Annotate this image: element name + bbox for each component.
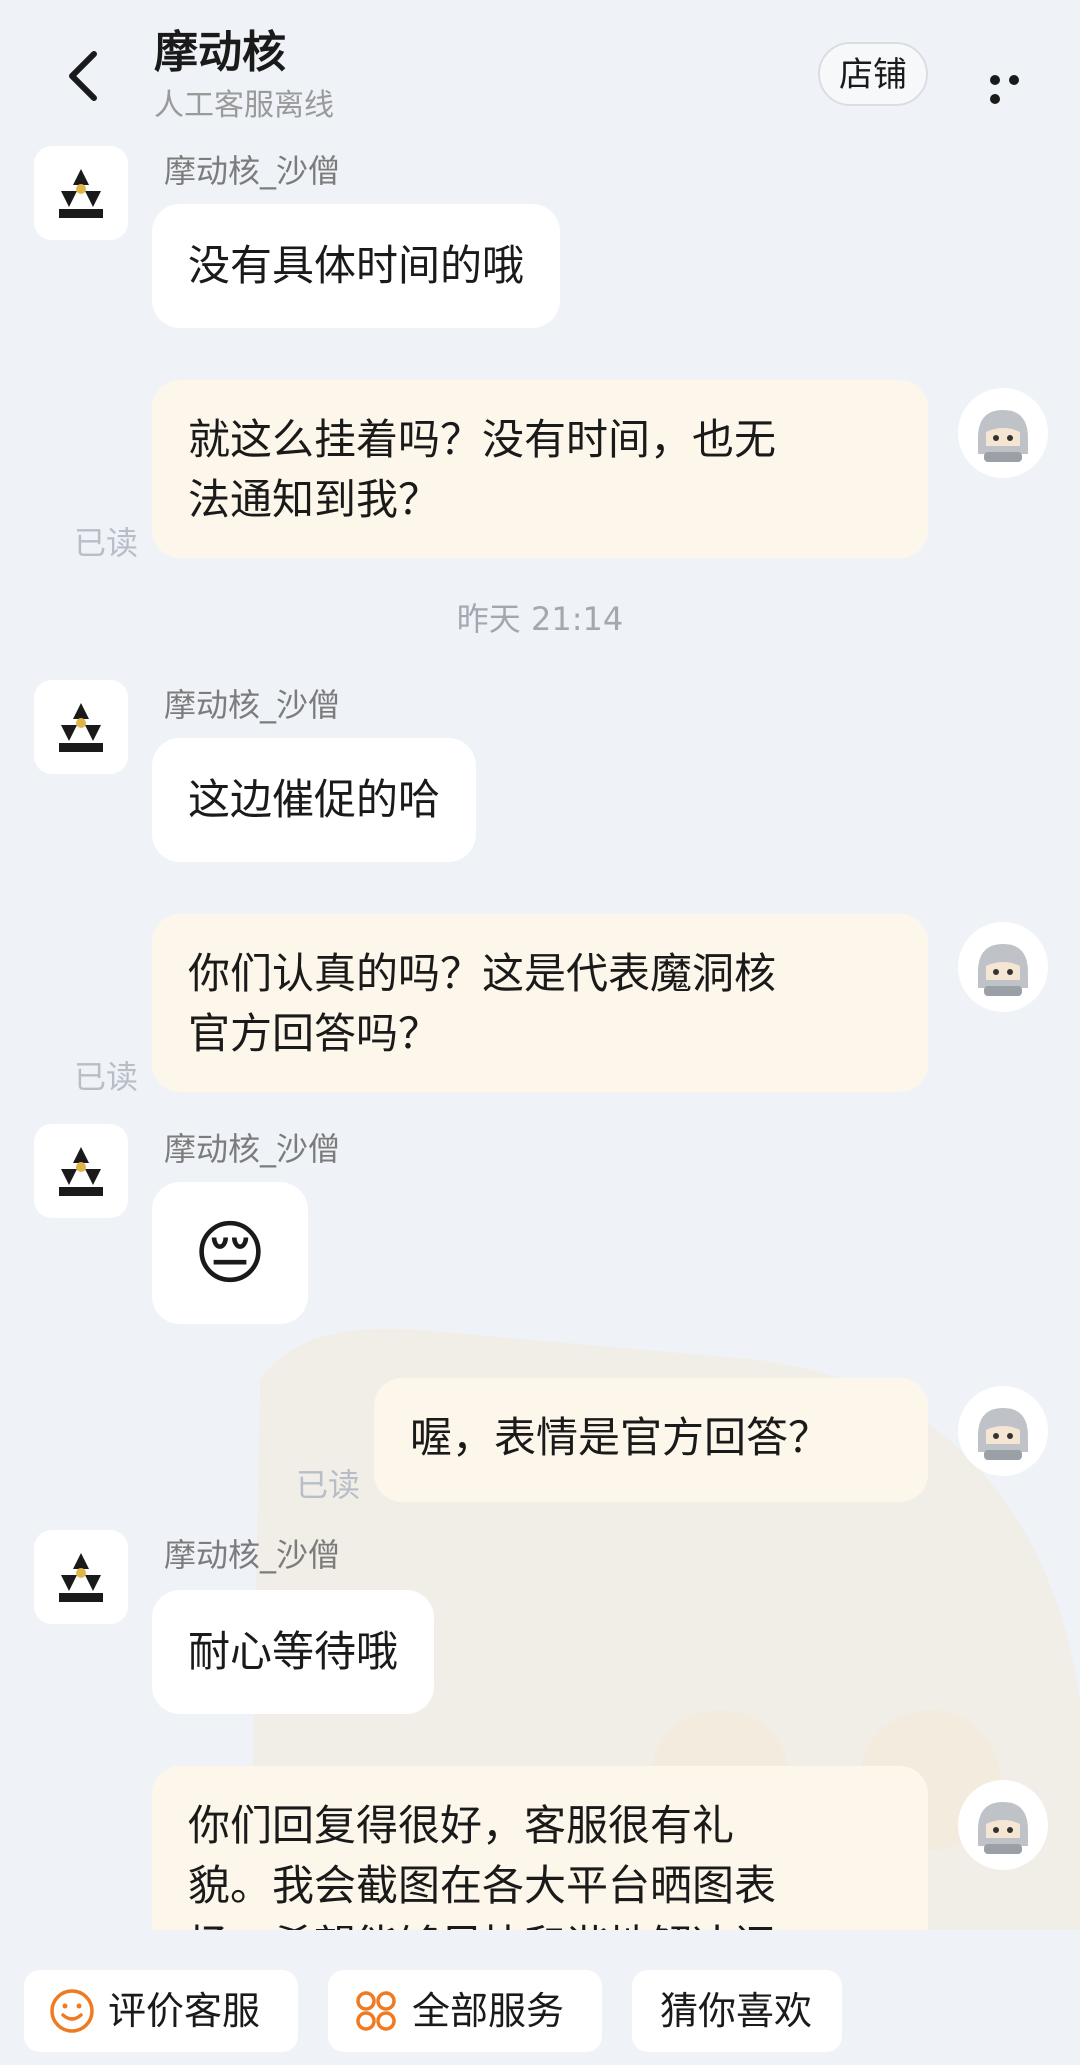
message-bubble[interactable]: 没有具体时间的哦 [152,204,561,328]
timestamp: 昨天 21:14 [456,600,624,638]
user-avatar[interactable] [958,1386,1048,1476]
pensive-face-emoji: 😔 [193,1212,267,1294]
message-bubble[interactable]: 耐心等待哦 [152,1590,435,1714]
shop-logo-icon [59,1553,103,1602]
shop-avatar[interactable] [34,1124,128,1218]
sender-name: 摩动核_沙僧 [164,1536,341,1574]
chat-header: 摩动核 人工客服离线 店铺 [0,0,1080,140]
message-line: 就这么挂着吗？没有时间，也无 [188,415,777,464]
user-avatar[interactable] [958,1780,1048,1870]
read-status: 已读 [74,1058,139,1096]
service-status: 人工客服离线 [154,88,334,123]
message-bubble[interactable]: 这边催促的哈 [152,738,477,862]
message-bubble[interactable]: 就这么挂着吗？没有时间，也无 法通知到我？ [152,380,928,558]
message-line: 官方回答吗？ [188,1009,441,1058]
shop-logo-icon [59,169,103,218]
back-arrow-icon[interactable] [56,44,112,108]
message-line: 你们认真的吗？这是代表魔洞核 [188,949,777,998]
shop-button[interactable]: 店铺 [818,42,928,106]
shop-logo-icon [59,1147,103,1196]
sender-name: 摩动核_沙僧 [164,686,341,724]
all-services-button[interactable]: 全部服务 [328,1970,602,2052]
message-clip: 你们回复得很好，客服很有礼 貌。我会截图在各大平台晒图表 扬，希望能够尽快和谐地… [0,1760,1080,1930]
shop-avatar[interactable] [34,146,128,240]
knight-avatar-icon [978,410,1028,462]
all-services-label: 全部服务 [412,1989,565,2033]
guess-you-like-label: 猜你喜欢 [660,1989,813,2033]
rate-service-button[interactable]: 评价客服 [24,1970,298,2052]
rate-service-label: 评价客服 [108,1989,261,2033]
knight-avatar-icon [978,1408,1028,1460]
knight-avatar-icon [978,944,1028,996]
read-status: 已读 [296,1466,361,1504]
message-bubble[interactable]: 喔，表情是官方回答？ [374,1378,928,1502]
message-line: 貌。我会截图在各大平台晒图表 [188,1861,777,1910]
user-avatar[interactable] [958,922,1048,1012]
shop-logo-icon [59,703,103,752]
message-line: 法通知到我？ [188,475,441,524]
page-title: 摩动核 [154,27,286,78]
sender-name: 摩动核_沙僧 [164,152,341,190]
more-options-icon[interactable] [990,70,1046,104]
user-avatar[interactable] [958,388,1048,478]
message-bubble[interactable]: 你们回复得很好，客服很有礼 貌。我会截图在各大平台晒图表 扬，希望能够尽快和谐地… [152,1766,928,1930]
emoji-bubble[interactable]: 😔 [152,1182,308,1324]
message-bubble[interactable]: 你们认真的吗？这是代表魔洞核 官方回答吗？ [152,914,928,1092]
shop-avatar[interactable] [34,680,128,774]
read-status: 已读 [74,524,139,562]
message-line: 扬，希望能够尽快和谐地解决问 [188,1916,892,1930]
knight-avatar-icon [978,1802,1028,1854]
sender-name: 摩动核_沙僧 [164,1130,341,1168]
shop-avatar[interactable] [34,1530,128,1624]
guess-you-like-button[interactable]: 猜你喜欢 [632,1970,842,2052]
grid-icon [356,1991,396,2031]
smiley-icon [50,1989,94,2033]
message-line: 你们回复得很好，客服很有礼 [188,1801,735,1850]
